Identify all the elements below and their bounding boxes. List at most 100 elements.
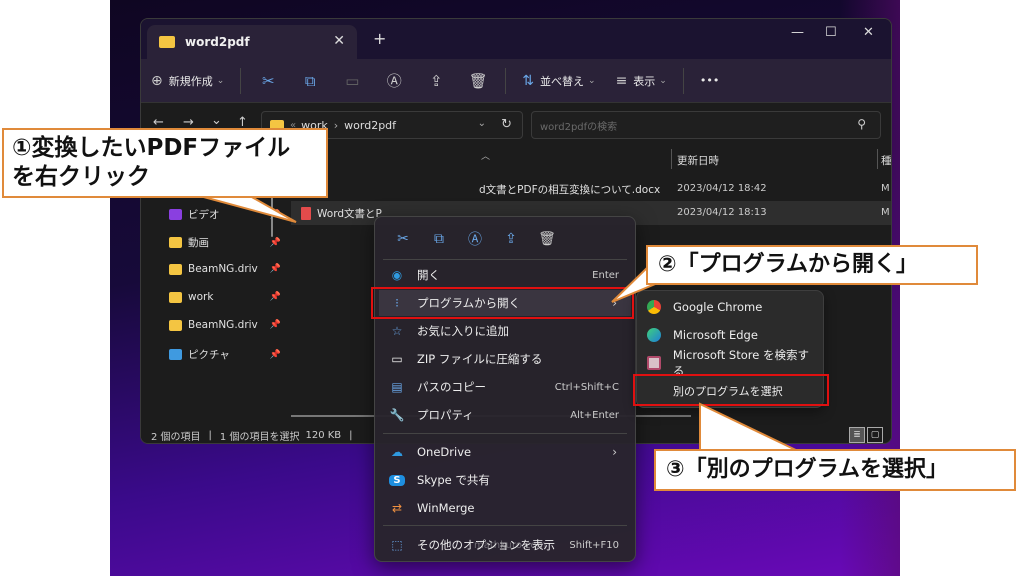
tab-close-icon[interactable]: ✕ (333, 33, 345, 49)
copy-icon[interactable]: ⧉ (421, 225, 457, 253)
submenu-item-label: Google Chrome (673, 300, 763, 314)
divider (505, 67, 507, 94)
file-name: Word文書とP (317, 208, 382, 220)
pin-icon[interactable]: 📌 (270, 238, 281, 248)
callout-step-1: ①変換したいPDFファイル を右クリック (2, 128, 328, 198)
chevron-down-icon: ⌄ (588, 75, 596, 86)
file-modified: 2023/04/12 18:13 (677, 207, 767, 218)
new-button[interactable]: ⊕ 新規作成 ⌄ (141, 65, 234, 97)
menu-item-properties[interactable]: 🔧 プロパティ Alt+Enter (379, 402, 631, 428)
rename-button[interactable]: Ⓐ (373, 65, 415, 97)
breadcrumb-separator: › (333, 118, 339, 132)
view-button[interactable]: ≡ 表示 ⌄ (606, 65, 677, 97)
sidebar-item[interactable]: ピクチャ 📌 (169, 347, 281, 362)
details-view-button[interactable]: ≣ (849, 427, 865, 443)
sidebar-item[interactable]: 動画 📌 (169, 235, 281, 250)
file-modified: 2023/04/12 18:42 (677, 183, 767, 194)
pin-icon[interactable]: 📌 (270, 350, 281, 360)
paste-button[interactable]: ▭ (331, 65, 373, 97)
column-divider[interactable] (877, 149, 878, 169)
pin-icon[interactable]: 📌 (270, 320, 281, 330)
address-dropdown-icon[interactable]: ⌄ (478, 118, 486, 129)
paste-icon: ▭ (345, 71, 360, 90)
recent-locations-button[interactable]: ⌄ (211, 113, 222, 128)
pictures-icon (169, 349, 182, 360)
sidebar-item-label: BeamNG.driv (188, 319, 258, 331)
sidebar-item[interactable]: work 📌 (169, 291, 281, 303)
selected-size: 120 KB (305, 429, 342, 441)
tab-title: word2pdf (185, 35, 250, 49)
rename-icon[interactable]: Ⓐ (457, 225, 493, 253)
file-type: M (881, 207, 890, 218)
sidebar-item[interactable]: BeamNG.driv 📌 (169, 319, 281, 331)
submenu-item-chrome[interactable]: Google Chrome (641, 294, 819, 320)
sidebar-item[interactable]: ビデオ 📌 (169, 207, 281, 222)
column-divider[interactable] (671, 149, 672, 169)
minimize-button[interactable]: — (791, 25, 804, 40)
close-button[interactable]: ✕ (863, 25, 874, 40)
trash-icon[interactable]: 🗑 (529, 225, 565, 253)
status-divider: | (349, 429, 353, 441)
maximize-button[interactable]: ☐ (825, 25, 837, 40)
menu-divider (383, 525, 627, 526)
trash-icon: 🗑 (468, 71, 488, 90)
copy-button[interactable]: ⧉ (289, 65, 331, 97)
title-bar: word2pdf ✕ + — ☐ ✕ (141, 19, 891, 59)
folder-icon (169, 263, 182, 275)
callout-step-2: ②「プログラムから開く」 (646, 245, 978, 285)
new-tab-button[interactable]: + (373, 29, 386, 48)
menu-item-onedrive[interactable]: ☁ OneDrive › (379, 439, 631, 465)
sort-button[interactable]: ⇅ 並べ替え ⌄ (512, 65, 605, 97)
menu-item-open[interactable]: ◉ 開く Enter (379, 262, 631, 288)
cut-button[interactable]: ✂ (247, 65, 289, 97)
share-icon[interactable]: ⇪ (493, 225, 529, 253)
menu-item-shortcut: Ctrl+Shift+C (554, 381, 619, 393)
store-icon (647, 356, 661, 370)
zip-icon: ▭ (391, 352, 403, 366)
list-view-icon: ≡ (615, 72, 628, 89)
divider (240, 67, 242, 94)
sidebar-item-label: work (188, 291, 214, 303)
sidebar-item-label: ビデオ (188, 209, 220, 221)
menu-item-label: WinMerge (417, 501, 475, 515)
share-button[interactable]: ⇪ (415, 65, 457, 97)
menu-item-winmerge[interactable]: ⇄ WinMerge (379, 495, 631, 521)
breadcrumb-word2pdf[interactable]: word2pdf (344, 119, 396, 132)
menu-item-label: OneDrive (417, 445, 472, 459)
column-header-modified[interactable]: 更新日時 (677, 153, 719, 168)
menu-divider (383, 259, 627, 260)
pin-icon[interactable]: 📌 (270, 210, 281, 220)
chevron-down-icon: ⌄ (659, 75, 667, 86)
menu-item-zip[interactable]: ▭ ZIP ファイルに圧縮する (379, 346, 631, 372)
column-header-type[interactable]: 種 (881, 153, 891, 168)
selected-count: 1 個の項目を選択 (219, 431, 300, 443)
file-row[interactable]: d文書とPDFの相互変換について.docx 2023/04/12 18:42 M (291, 177, 891, 201)
chrome-icon (647, 300, 661, 314)
menu-item-shortcut: Shift+F10 (569, 539, 619, 551)
menu-item-copy-path[interactable]: ▤ パスのコピー Ctrl+Shift+C (379, 374, 631, 400)
pin-icon[interactable]: 📌 (270, 292, 281, 302)
tiles-view-button[interactable]: ▢ (867, 427, 883, 443)
more-button[interactable]: ••• (690, 65, 729, 97)
pin-icon[interactable]: 📌 (270, 264, 281, 274)
refresh-icon[interactable]: ↻ (501, 117, 512, 132)
file-name: d文書とPDFの相互変換について.docx (479, 184, 661, 196)
menu-item-label: パスのコピー (417, 380, 486, 394)
videos-icon (169, 209, 182, 220)
cut-icon[interactable]: ✂ (385, 225, 421, 253)
submenu-item-label: Microsoft Edge (673, 328, 758, 342)
tab-word2pdf[interactable]: word2pdf ✕ (147, 25, 357, 59)
delete-button[interactable]: 🗑 (457, 65, 499, 97)
menu-item-shortcut: Alt+Enter (570, 409, 619, 421)
search-input[interactable]: word2pdfの検索 ⚲ (531, 111, 881, 139)
menu-item-add-favorite[interactable]: ☆ お気に入りに追加 (379, 318, 631, 344)
submenu-item-edge[interactable]: Microsoft Edge (641, 322, 819, 348)
menu-item-skype[interactable]: S Skype で共有 (379, 467, 631, 493)
status-divider: | (208, 429, 212, 441)
sidebar-item[interactable]: BeamNG.driv 📌 (169, 263, 281, 275)
callout-step-1-line-2: を右クリック (12, 163, 150, 190)
submenu-item-store[interactable]: Microsoft Store を検索する (641, 348, 819, 378)
wrench-icon: 🔧 (389, 408, 405, 422)
context-menu: ✂ ⧉ Ⓐ ⇪ 🗑 ◉ 開く Enter ⁝ プログラムから開く › ☆ お気に… (374, 216, 636, 562)
menu-divider (383, 433, 627, 434)
